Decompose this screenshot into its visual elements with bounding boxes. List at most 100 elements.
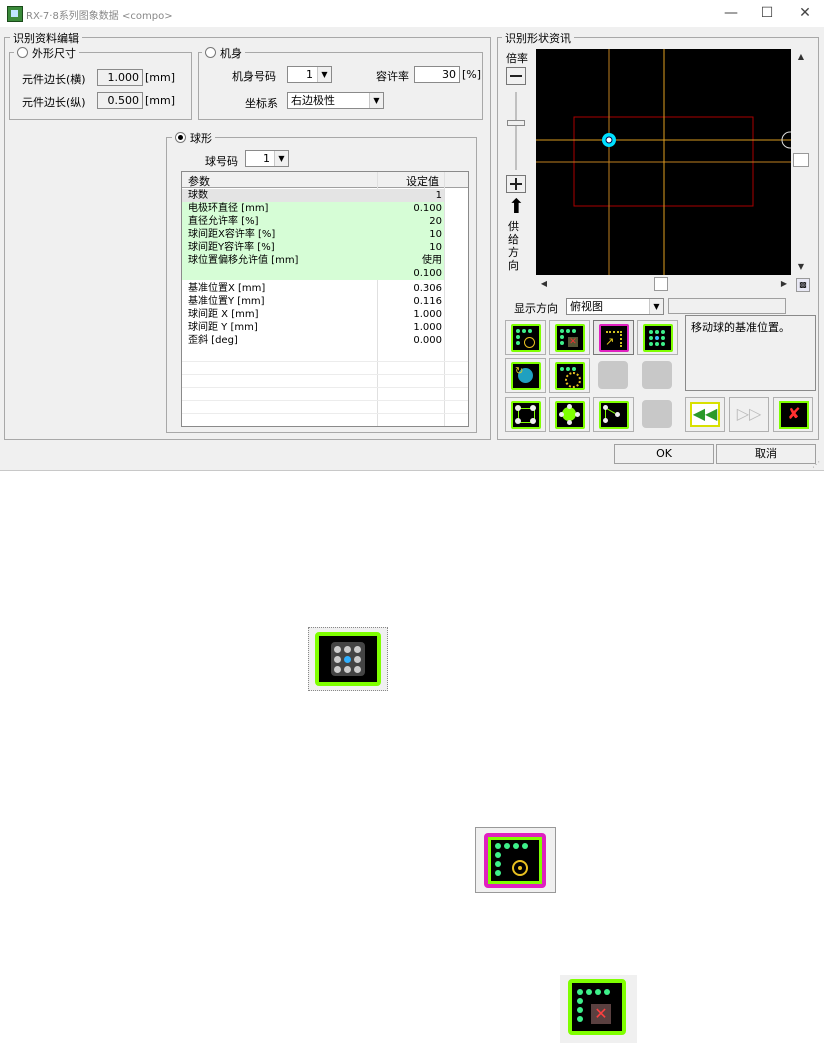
ball-delete-icon: ✕ [555,324,585,352]
body-label: 机身 [220,47,242,60]
corners-icon [511,401,541,429]
body-radio-icon[interactable] [205,47,216,58]
table-header: 参数 设定值 [182,172,468,188]
tool-empty-button-3[interactable] [637,397,678,432]
scroll-left-icon[interactable]: ◀ [536,276,552,291]
rewind-icon: ◀◀ [690,402,720,427]
header-value: 设定值 [406,175,439,188]
maximize-button[interactable]: ☐ [752,3,782,23]
feed-direction-label: 供给方向 [508,220,519,272]
row-value: 0.116 [413,296,442,307]
grid-corner-icon[interactable]: ▩ [796,278,810,292]
ok-button[interactable]: OK [614,444,714,464]
scroll-down-icon[interactable]: ▼ [793,259,809,274]
header-param: 参数 [188,175,210,188]
vscroll-thumb[interactable] [793,153,809,167]
row-value: 10 [429,229,442,240]
ball-no-value: 1 [263,152,270,165]
row-value: 使用 [422,255,442,266]
help-message: 移动球的基准位置。 [685,315,816,391]
cancel-button[interactable]: 取消 [716,444,816,464]
feed-arrow-icon: ⬆ [508,194,525,218]
length-h-field: 1.000 [97,69,143,86]
scroll-right-icon[interactable]: ▶ [776,276,792,291]
hscroll-thumb[interactable] [654,277,668,291]
title-bar: RX-7·8系列图象数据 <compo> — ☐ ✕ [0,0,824,27]
tool-ball-delete-button[interactable]: ✕ [549,320,590,355]
body-radio[interactable]: 机身 [202,45,245,61]
outline-radio[interactable]: 外形尺寸 [14,45,79,61]
tool-empty-button-1[interactable] [593,358,634,393]
minimize-button[interactable]: — [716,3,746,23]
zoom-slider-track[interactable] [515,92,517,170]
row-value: 10 [429,242,442,253]
tool-rotate-button[interactable]: ↻ [505,358,546,393]
row-value: 20 [429,216,442,227]
scroll-up-icon[interactable]: ▲ [793,49,809,64]
tool-path-button[interactable] [593,397,634,432]
close-button[interactable]: ✕ [790,3,820,23]
zoom-slider-thumb[interactable] [507,120,525,126]
ball-radio[interactable]: 球形 [172,130,215,146]
tool-empty-button-2[interactable] [637,358,678,393]
outline-label: 外形尺寸 [32,47,76,60]
ball-radio-icon[interactable] [175,132,186,143]
tolerance-label: 容许率 [376,70,409,83]
enlarged-ball-ref-icon [475,827,556,893]
chevron-down-icon[interactable]: ▼ [649,299,663,314]
chevron-down-icon[interactable]: ▼ [369,93,383,108]
zoom-out-button[interactable] [506,67,526,85]
rotate-icon: ↻ [511,362,541,390]
tool-ball-select-button[interactable] [549,358,590,393]
shape-preview[interactable] [536,49,799,275]
view-dir-select[interactable]: 俯视图 ▼ [566,298,664,315]
move-ref-icon: ↗ [599,324,629,352]
view-dir-value: 俯视图 [570,300,603,313]
row-name: 电极环直径 [mm] [188,203,269,214]
tool-ball-ref-button[interactable] [505,320,546,355]
row-name: 基准位置Y [mm] [188,296,265,307]
body-no-select[interactable]: 1 ▼ [287,66,332,83]
preview-hscroll[interactable]: ◀ ▶ [536,276,792,292]
ball-select-icon [555,362,585,390]
row-name: 球间距X容许率 [%] [188,229,276,240]
tool-corners-button[interactable] [505,397,546,432]
outline-radio-icon[interactable] [17,47,28,58]
coord-label: 坐标系 [245,97,278,110]
chevron-down-icon[interactable]: ▼ [274,151,288,166]
row-name: 球间距 X [mm] [188,309,259,320]
tolerance-input[interactable]: 30 [414,66,460,83]
ball-no-select[interactable]: 1 ▼ [245,150,289,167]
row-value: 0.100 [413,203,442,214]
delete-button[interactable]: ✘ [773,397,813,432]
next-button[interactable]: ▷▷ [729,397,769,432]
chevron-down-icon[interactable]: ▼ [317,67,331,82]
row-name: 球位置偏移允许值 [mm] [188,255,299,266]
coord-value: 右边极性 [291,94,335,107]
params-table[interactable]: 参数 设定值 球数 1 电极环直径 [mm] 0.100 直径允许率 [%] 20 球… [181,171,469,427]
shape-group-label: 识别形状资讯 [502,30,574,46]
row-value: 0.100 [413,268,442,279]
path-icon [599,401,629,429]
edit-group-label: 识别资料编辑 [10,30,82,46]
body-group [198,52,483,120]
ball-no-label: 球号码 [205,155,238,168]
length-v-field: 0.500 [97,92,143,109]
prev-button[interactable]: ◀◀ [685,397,725,432]
tool-circle-button[interactable] [549,397,590,432]
resize-grip-icon[interactable]: ⋰ [812,460,820,469]
row-name: 歪斜 [deg] [188,335,238,346]
row-name: 球数 [188,190,208,201]
blank-icon [642,400,672,428]
length-h-label: 元件边长(横) [22,73,86,86]
length-v-label: 元件边长(纵) [22,96,86,109]
app-icon [7,6,23,22]
ball-label: 球形 [190,132,212,145]
length-h-unit: [mm] [145,71,176,84]
status-field [668,298,786,314]
coord-select[interactable]: 右边极性 ▼ [287,92,384,109]
tool-ball-array-button[interactable] [637,320,678,355]
preview-vscroll[interactable]: ▲ ▼ [792,49,810,275]
zoom-in-button[interactable] [506,175,526,193]
tool-move-ref-button[interactable]: ↗ [593,320,634,355]
